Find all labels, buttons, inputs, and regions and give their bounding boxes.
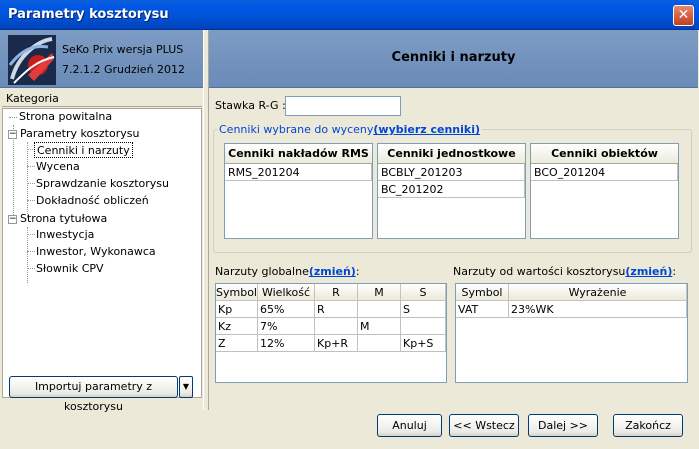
import-dropdown-arrow-icon[interactable]: ▼	[179, 376, 193, 398]
select-price-lists-link[interactable]: (wybierz cenniki)	[373, 123, 480, 136]
table-cell[interactable]: 12%	[258, 335, 315, 352]
column-header[interactable]: Wyrażenie	[509, 284, 687, 301]
table-cell[interactable]: Kp	[216, 301, 258, 318]
tree-item-strona-powitalna[interactable]: Strona powitalna	[19, 109, 112, 125]
table-cell[interactable]	[358, 301, 401, 318]
column-header[interactable]: Symbol	[216, 284, 258, 301]
tree-item-dokladnosc-obliczen[interactable]: Dokładność obliczeń	[36, 193, 149, 209]
list-item[interactable]: BCBLY_201203	[378, 164, 525, 181]
back-button[interactable]: << Wstecz	[449, 414, 519, 437]
app-name: SeKo Prix wersja PLUS	[62, 43, 184, 56]
table-cell[interactable]: R	[315, 301, 358, 318]
price-lists-legend: Cenniki wybrane do wyceny(wybierz cennik…	[217, 123, 483, 136]
collapse-icon[interactable]: −	[8, 215, 17, 224]
value-markups-table[interactable]: Symbol Wyrażenie VAT 23%WK	[455, 283, 688, 383]
table-cell[interactable]: Kz	[216, 318, 258, 335]
objects-list-header: Cenniki obiektów	[531, 144, 678, 164]
finish-button[interactable]: Zakończ	[613, 414, 683, 437]
change-value-markups-link[interactable]: (zmień)	[625, 265, 672, 278]
content-area: Stawka R-G : Cenniki wybrane do wyceny(w…	[209, 89, 698, 405]
tree-item-wycena[interactable]: Wycena	[36, 159, 80, 175]
table-cell[interactable]: VAT	[456, 301, 509, 318]
dialog-window: Parametry kosztorysu ✕ SeKo Prix wersja …	[0, 0, 699, 449]
seko-logo-icon	[8, 35, 56, 85]
global-markups-label: Narzuty globalne(zmień):	[215, 265, 360, 278]
left-pane: SeKo Prix wersja PLUS 7.2.1.2 Grudzień 2…	[0, 30, 207, 449]
tree-item-parametry-kosztorysu[interactable]: Parametry kosztorysu	[20, 126, 139, 142]
column-header[interactable]: M	[358, 284, 401, 301]
tree-item-sprawdzanie-kosztorysu[interactable]: Sprawdzanie kosztorysu	[36, 176, 169, 192]
column-header[interactable]: R	[315, 284, 358, 301]
value-markups-label: Narzuty od wartości kosztorysu(zmień):	[453, 265, 676, 278]
table-cell[interactable]: 23%WK	[509, 301, 687, 318]
cancel-button[interactable]: Anuluj	[377, 414, 442, 437]
table-cell[interactable]	[401, 318, 446, 335]
app-version: 7.2.1.2 Grudzień 2012	[62, 63, 186, 76]
column-header[interactable]: S	[401, 284, 446, 301]
global-markups-text: Narzuty globalne	[215, 265, 309, 278]
table-cell[interactable]: 7%	[258, 318, 315, 335]
global-markups-table[interactable]: Symbol Wielkość R M S Kp 65% R S Kz 7% M…	[215, 283, 447, 383]
price-lists-legend-text: Cenniki wybrane do wyceny	[219, 123, 374, 136]
tree-item-strona-tytulowa[interactable]: Strona tytułowa	[20, 211, 107, 227]
table-cell[interactable]: S	[401, 301, 446, 318]
page-header: Cenniki i narzuty	[209, 30, 698, 88]
window-title: Parametry kosztorysu	[8, 7, 169, 22]
table-cell[interactable]: M	[358, 318, 401, 335]
table-cell[interactable]: Z	[216, 335, 258, 352]
app-info-banner: SeKo Prix wersja PLUS 7.2.1.2 Grudzień 2…	[0, 30, 207, 88]
value-markups-text: Narzuty od wartości kosztorysu	[453, 265, 626, 278]
next-button[interactable]: Dalej >>	[528, 414, 598, 437]
change-global-markups-link[interactable]: (zmień)	[309, 265, 356, 278]
rms-list-header: Cenniki nakładów RMS	[225, 144, 372, 164]
category-header: Kategoria	[2, 90, 202, 107]
tree-item-slownik-cpv[interactable]: Słownik CPV	[36, 261, 104, 277]
table-cell[interactable]: Kp+S	[401, 335, 446, 352]
list-item[interactable]: BCO_201204	[531, 164, 678, 181]
rms-price-list[interactable]: Cenniki nakładów RMS RMS_201204	[224, 143, 373, 239]
table-cell[interactable]: 65%	[258, 301, 315, 318]
title-bar: Parametry kosztorysu ✕	[0, 0, 699, 30]
app-version-info: SeKo Prix wersja PLUS 7.2.1.2 Grudzień 2…	[62, 40, 185, 80]
page-title: Cenniki i narzuty	[391, 50, 516, 65]
column-header[interactable]: Wielkość	[258, 284, 315, 301]
list-item[interactable]: BC_201202	[378, 181, 525, 198]
table-cell[interactable]	[315, 318, 358, 335]
column-header[interactable]: Symbol	[456, 284, 509, 301]
unit-price-list[interactable]: Cenniki jednostkowe BCBLY_201203 BC_2012…	[377, 143, 526, 239]
stawka-rg-label: Stawka R-G :	[215, 99, 286, 112]
list-item[interactable]: RMS_201204	[225, 164, 372, 181]
stawka-rg-input[interactable]	[285, 96, 401, 116]
global-markups-suffix: :	[355, 265, 360, 278]
object-price-list[interactable]: Cenniki obiektów BCO_201204	[530, 143, 679, 239]
tree-item-inwestor-wykonawca[interactable]: Inwestor, Wykonawca	[36, 244, 156, 260]
import-parameters-button[interactable]: Importuj parametry z kosztorysu	[9, 376, 178, 413]
table-cell[interactable]	[358, 335, 401, 352]
category-tree: Strona powitalna − Parametry kosztorysu …	[2, 108, 202, 398]
close-button[interactable]: ✕	[673, 5, 694, 26]
tree-item-cenniki-i-narzuty[interactable]: Cenniki i narzuty	[34, 142, 133, 158]
button-bar: Anuluj << Wstecz Dalej >> Zakończ	[209, 405, 698, 449]
unit-list-header: Cenniki jednostkowe	[378, 144, 525, 164]
table-cell[interactable]: Kp+R	[315, 335, 358, 352]
tree-item-inwestycja[interactable]: Inwestycja	[36, 227, 94, 243]
collapse-icon[interactable]: −	[8, 130, 17, 139]
value-markups-suffix: :	[672, 265, 677, 278]
